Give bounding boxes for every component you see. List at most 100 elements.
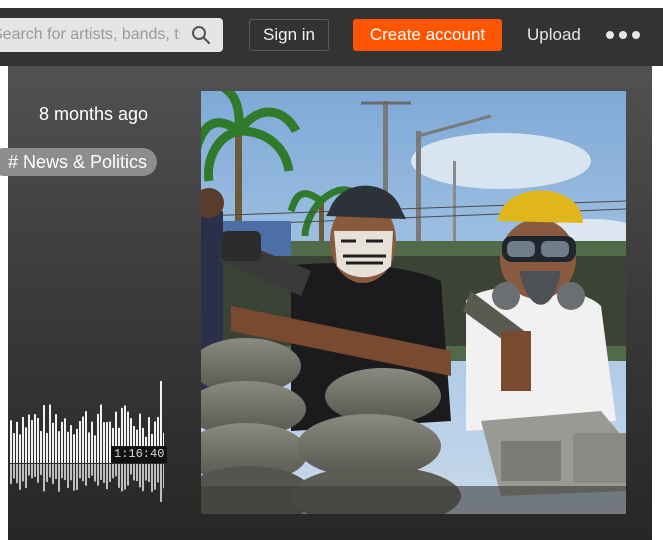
search-input[interactable] — [0, 18, 180, 52]
waveform-bar-reflection — [46, 464, 48, 482]
search-button[interactable] — [188, 23, 214, 47]
waveform-bar-reflection — [112, 464, 114, 479]
waveform-bar-reflection — [67, 464, 69, 488]
waveform-bar-reflection — [43, 464, 45, 492]
waveform-bar — [37, 417, 39, 463]
waveform[interactable] — [8, 375, 164, 503]
waveform-bar-reflection — [25, 464, 27, 489]
more-button[interactable] — [606, 28, 640, 42]
posted-date: 8 months ago — [39, 104, 149, 124]
waveform-bar — [28, 414, 30, 463]
waveform-bar — [58, 431, 60, 463]
waveform-bar-reflection — [34, 464, 36, 477]
waveform-bar — [49, 404, 51, 463]
waveform-bar-reflection — [109, 464, 111, 482]
waveform-bar-reflection — [154, 464, 156, 490]
waveform-bar-reflection — [55, 464, 57, 480]
waveform-bar — [100, 404, 102, 463]
waveform-bar-reflection — [160, 464, 162, 502]
waveform-bar-reflection — [31, 464, 33, 479]
waveform-bar-reflection — [118, 464, 120, 488]
waveform-bar-reflection — [121, 464, 123, 492]
waveform-bar — [25, 427, 27, 463]
waveform-bar-reflection — [28, 464, 30, 476]
waveform-bar-reflection — [163, 464, 164, 489]
waveform-bar — [46, 432, 48, 463]
waveform-bar-reflection — [37, 464, 39, 483]
waveform-bar — [70, 425, 72, 463]
waveform-bar — [34, 414, 36, 463]
waveform-bar-reflection — [52, 464, 54, 484]
waveform-bar — [73, 434, 75, 463]
waveform-bar — [16, 421, 18, 463]
waveform-bar — [13, 433, 15, 463]
waveform-bar — [85, 411, 87, 463]
waveform-bar — [40, 431, 42, 463]
page-edge — [652, 66, 663, 540]
waveform-bar — [82, 416, 84, 463]
waveform-bar — [22, 416, 24, 463]
waveform-bar-reflection — [157, 464, 159, 483]
waveform-bar — [97, 413, 99, 463]
search-icon — [192, 26, 211, 45]
waveform-bar-reflection — [88, 464, 90, 479]
waveform-bar-reflection — [76, 464, 78, 490]
waveform-bar-reflection — [115, 464, 117, 477]
track-artwork — [201, 91, 626, 514]
search-box — [0, 18, 223, 52]
waveform-bar — [52, 422, 54, 463]
waveform-bar-reflection — [94, 464, 96, 482]
waveform-bar — [106, 422, 108, 463]
waveform-bar — [61, 421, 63, 463]
upload-link[interactable]: Upload — [527, 19, 581, 51]
waveform-bar — [76, 428, 78, 463]
waveform-bar — [64, 418, 66, 463]
waveform-bar-reflection — [124, 464, 126, 490]
waveform-bar-reflection — [97, 464, 99, 486]
waveform-bar-reflection — [127, 464, 129, 486]
waveform-bar-reflection — [49, 464, 51, 478]
waveform-bar — [79, 420, 81, 463]
waveform-bar — [103, 422, 105, 463]
waveform-bar-reflection — [19, 464, 21, 490]
genre-tag[interactable]: # News & Politics — [0, 148, 158, 176]
waveform-bar-reflection — [61, 464, 63, 479]
top-header: Sign in Create account Upload — [0, 8, 663, 66]
waveform-bar-reflection — [10, 464, 12, 485]
ellipsis-icon — [632, 31, 640, 39]
waveform-bar-reflection — [145, 464, 147, 481]
waveform-bar-reflection — [148, 464, 150, 482]
waveform-bar — [43, 405, 45, 463]
waveform-bar — [91, 421, 93, 463]
waveform-bar-reflection — [106, 464, 108, 490]
waveform-bar — [19, 434, 21, 463]
waveform-bar-reflection — [40, 464, 42, 475]
create-account-button[interactable]: Create account — [353, 19, 502, 51]
waveform-bar-reflection — [133, 464, 135, 481]
waveform-bar-reflection — [13, 464, 15, 479]
waveform-bar-reflection — [151, 464, 153, 492]
sign-in-button[interactable]: Sign in — [249, 19, 329, 51]
waveform-bar-reflection — [16, 464, 18, 484]
ellipsis-icon — [619, 31, 627, 39]
waveform-bar-reflection — [85, 464, 87, 486]
waveform-bar — [88, 432, 90, 463]
ellipsis-icon — [606, 31, 614, 39]
waveform-bar — [67, 431, 69, 463]
waveform-bar — [94, 435, 96, 463]
waveform-bar-reflection — [91, 464, 93, 476]
duration-label: 1:16:40 — [111, 446, 168, 463]
waveform-bar-reflection — [82, 464, 84, 482]
waveform-bar-reflection — [100, 464, 102, 480]
waveform-bar-reflection — [130, 464, 132, 475]
waveform-bar-reflection — [70, 464, 72, 481]
waveform-bar-reflection — [58, 464, 60, 492]
waveform-bar-reflection — [136, 464, 138, 482]
waveform-bar-reflection — [73, 464, 75, 491]
waveform-bar-reflection — [139, 464, 141, 488]
waveform-bar — [31, 420, 33, 463]
waveform-bar-reflection — [103, 464, 105, 483]
waveform-bar-reflection — [79, 464, 81, 479]
waveform-bar — [10, 420, 12, 463]
waveform-bar-reflection — [22, 464, 24, 482]
